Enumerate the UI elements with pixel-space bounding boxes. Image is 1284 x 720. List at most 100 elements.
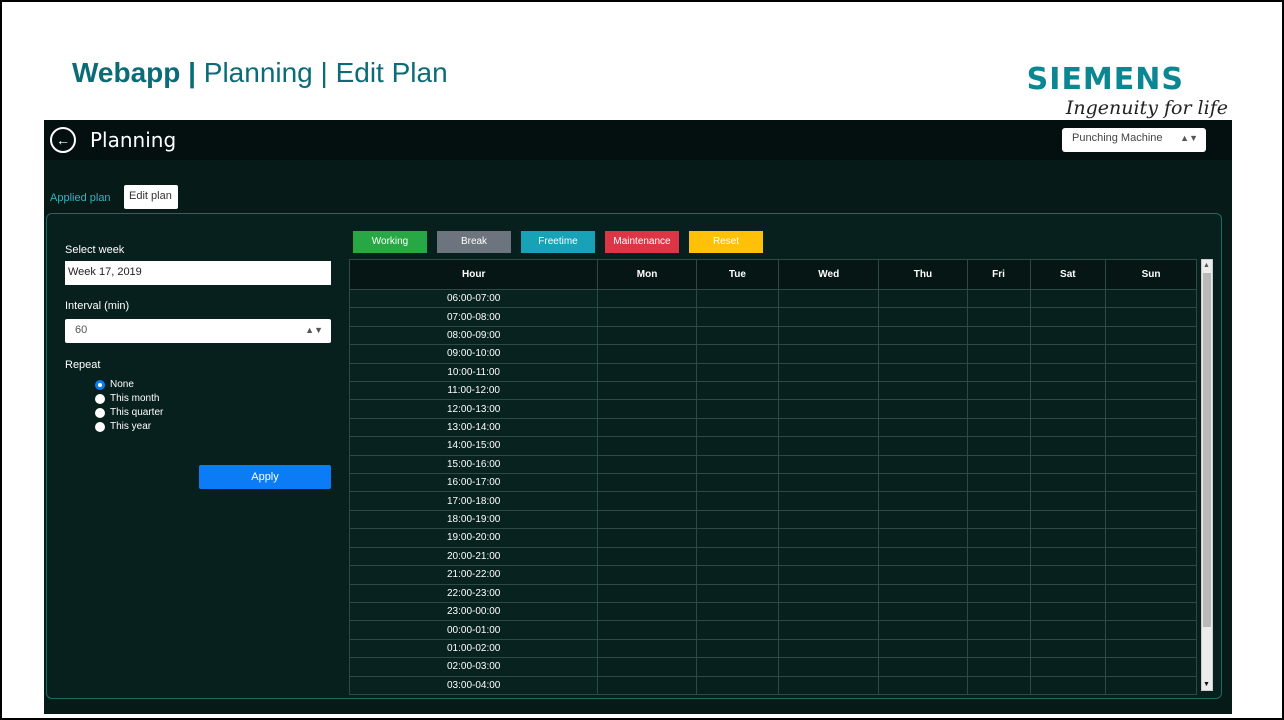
plan-cell[interactable] xyxy=(878,399,968,419)
plan-cell[interactable] xyxy=(695,454,780,475)
plan-cell[interactable] xyxy=(695,325,780,346)
plan-cell[interactable] xyxy=(1105,546,1197,567)
plan-cell[interactable] xyxy=(1105,491,1197,511)
apply-button[interactable]: Apply xyxy=(199,465,331,489)
plan-cell[interactable] xyxy=(966,344,1031,364)
plan-cell[interactable] xyxy=(1105,583,1197,603)
plan-cell[interactable] xyxy=(778,546,880,567)
plan-cell[interactable] xyxy=(966,509,1031,530)
plan-cell[interactable] xyxy=(878,657,968,677)
plan-cell[interactable] xyxy=(597,307,697,327)
machine-select[interactable]: Punching Machine ▲▼ xyxy=(1062,128,1206,152)
tab-edit-plan[interactable]: Edit plan xyxy=(124,185,178,209)
plan-cell[interactable] xyxy=(778,620,880,640)
plan-cell[interactable] xyxy=(878,491,968,511)
plan-cell[interactable] xyxy=(966,638,1031,659)
plan-cell[interactable] xyxy=(966,381,1031,401)
plan-cell[interactable] xyxy=(878,546,968,567)
plan-cell[interactable] xyxy=(1029,546,1107,567)
week-input[interactable]: Week 17, 2019 xyxy=(65,261,331,285)
plan-cell[interactable] xyxy=(597,325,697,346)
legend-working-button[interactable]: Working xyxy=(353,231,427,253)
plan-cell[interactable] xyxy=(966,675,1031,696)
plan-cell[interactable] xyxy=(695,601,780,622)
plan-cell[interactable] xyxy=(597,620,697,640)
repeat-option-month[interactable]: This month xyxy=(95,393,159,404)
plan-cell[interactable] xyxy=(695,307,780,327)
plan-cell[interactable] xyxy=(597,509,697,530)
plan-cell[interactable] xyxy=(966,399,1031,419)
plan-cell[interactable] xyxy=(1105,325,1197,346)
plan-cell[interactable] xyxy=(966,620,1031,640)
plan-cell[interactable] xyxy=(597,399,697,419)
plan-cell[interactable] xyxy=(597,491,697,511)
plan-cell[interactable] xyxy=(597,638,697,659)
plan-cell[interactable] xyxy=(778,601,880,622)
plan-cell[interactable] xyxy=(966,325,1031,346)
table-scrollbar[interactable]: ▲ ▼ xyxy=(1201,259,1213,691)
radio-checked-icon[interactable] xyxy=(95,379,105,390)
plan-cell[interactable] xyxy=(778,454,880,475)
plan-cell[interactable] xyxy=(966,417,1031,438)
plan-cell[interactable] xyxy=(966,565,1031,585)
plan-cell[interactable] xyxy=(966,473,1031,493)
plan-cell[interactable] xyxy=(1029,307,1107,327)
plan-cell[interactable] xyxy=(597,528,697,548)
plan-cell[interactable] xyxy=(878,288,968,309)
plan-cell[interactable] xyxy=(1029,583,1107,603)
radio-icon[interactable] xyxy=(95,393,105,404)
plan-cell[interactable] xyxy=(1029,491,1107,511)
plan-cell[interactable] xyxy=(1029,509,1107,530)
plan-cell[interactable] xyxy=(1029,288,1107,309)
plan-cell[interactable] xyxy=(695,565,780,585)
plan-cell[interactable] xyxy=(878,583,968,603)
plan-cell[interactable] xyxy=(878,620,968,640)
plan-cell[interactable] xyxy=(778,528,880,548)
plan-cell[interactable] xyxy=(1029,601,1107,622)
plan-cell[interactable] xyxy=(1105,528,1197,548)
plan-cell[interactable] xyxy=(695,436,780,456)
plan-cell[interactable] xyxy=(1105,565,1197,585)
plan-cell[interactable] xyxy=(597,381,697,401)
plan-cell[interactable] xyxy=(778,399,880,419)
plan-cell[interactable] xyxy=(878,601,968,622)
plan-cell[interactable] xyxy=(1029,436,1107,456)
plan-cell[interactable] xyxy=(1105,638,1197,659)
plan-cell[interactable] xyxy=(1105,436,1197,456)
plan-cell[interactable] xyxy=(597,362,697,383)
scroll-up-icon[interactable]: ▲ xyxy=(1203,262,1210,269)
legend-maintenance-button[interactable]: Maintenance xyxy=(605,231,679,253)
plan-cell[interactable] xyxy=(878,528,968,548)
plan-cell[interactable] xyxy=(597,344,697,364)
tab-applied-plan[interactable]: Applied plan xyxy=(50,192,111,204)
plan-cell[interactable] xyxy=(778,436,880,456)
plan-cell[interactable] xyxy=(778,638,880,659)
plan-cell[interactable] xyxy=(778,417,880,438)
plan-cell[interactable] xyxy=(695,528,780,548)
plan-cell[interactable] xyxy=(695,288,780,309)
plan-cell[interactable] xyxy=(966,454,1031,475)
plan-cell[interactable] xyxy=(878,436,968,456)
plan-cell[interactable] xyxy=(778,565,880,585)
plan-cell[interactable] xyxy=(1105,288,1197,309)
plan-cell[interactable] xyxy=(878,344,968,364)
plan-cell[interactable] xyxy=(878,675,968,696)
plan-cell[interactable] xyxy=(1029,620,1107,640)
plan-cell[interactable] xyxy=(695,399,780,419)
plan-cell[interactable] xyxy=(966,491,1031,511)
plan-cell[interactable] xyxy=(1105,362,1197,383)
plan-cell[interactable] xyxy=(878,638,968,659)
plan-cell[interactable] xyxy=(1105,473,1197,493)
plan-cell[interactable] xyxy=(878,307,968,327)
plan-cell[interactable] xyxy=(778,288,880,309)
plan-cell[interactable] xyxy=(1029,344,1107,364)
plan-cell[interactable] xyxy=(1105,344,1197,364)
plan-cell[interactable] xyxy=(966,601,1031,622)
plan-cell[interactable] xyxy=(778,344,880,364)
plan-cell[interactable] xyxy=(778,362,880,383)
plan-cell[interactable] xyxy=(878,362,968,383)
plan-cell[interactable] xyxy=(966,288,1031,309)
plan-cell[interactable] xyxy=(597,657,697,677)
plan-cell[interactable] xyxy=(1029,454,1107,475)
plan-cell[interactable] xyxy=(597,473,697,493)
